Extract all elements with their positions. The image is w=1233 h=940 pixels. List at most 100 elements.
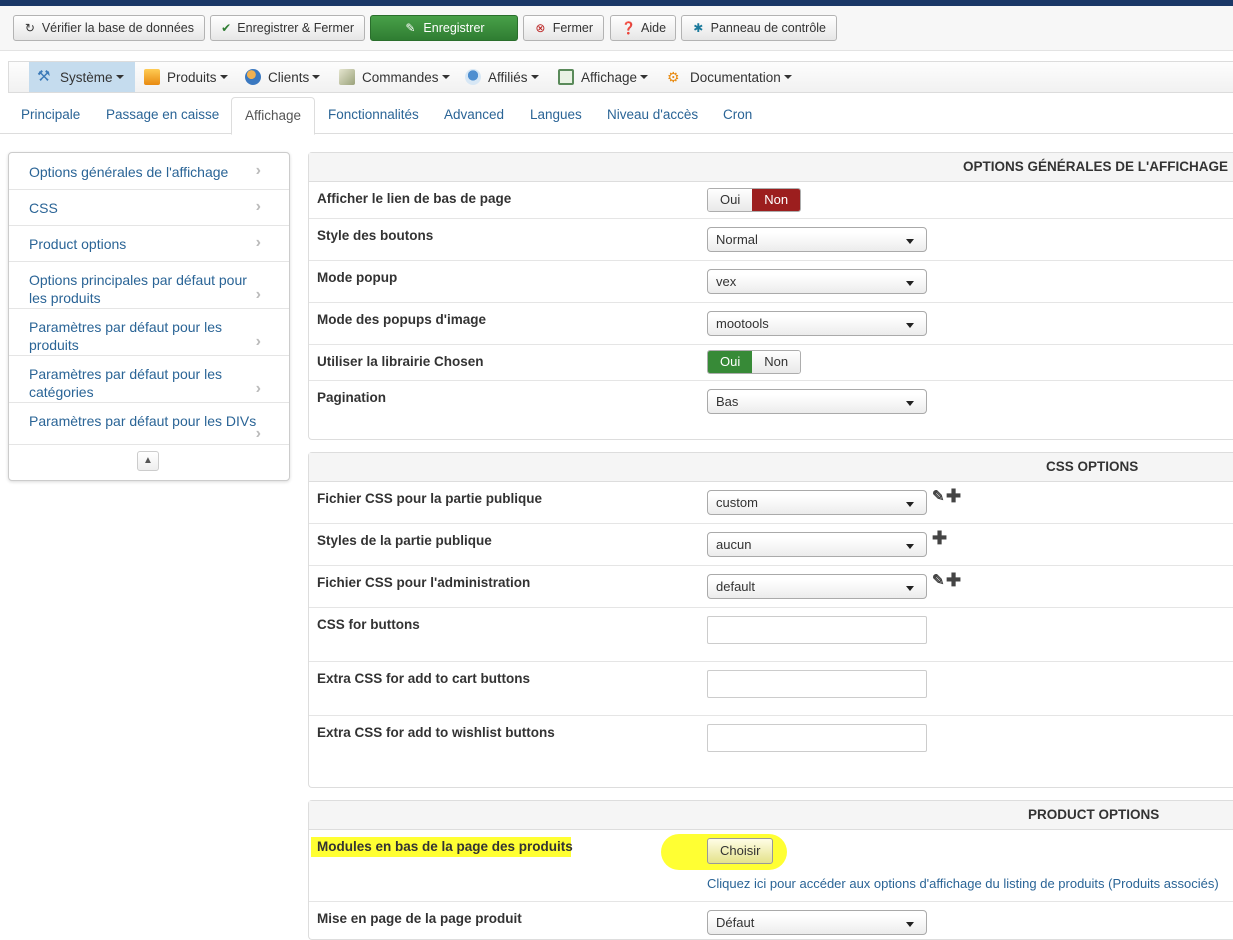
- add-plus-icon[interactable]: ✚: [946, 486, 961, 507]
- chevron-down-icon: [906, 922, 914, 927]
- chevron-down-icon: [906, 239, 914, 244]
- chosen-no[interactable]: Non: [752, 351, 801, 373]
- menu-products[interactable]: Produits: [136, 62, 236, 92]
- tab-passage-en-caisse[interactable]: Passage en caisse: [93, 97, 232, 134]
- menu-system[interactable]: ⚒ Système: [29, 62, 135, 92]
- row-product-layout: Mise en page de la page produit Défaut: [309, 902, 1233, 940]
- frontend-styles-value: aucun: [716, 537, 752, 552]
- chosen-toggle: Oui Non: [707, 350, 802, 374]
- row-chosen: Utiliser la librairie Chosen Oui Non: [309, 345, 1233, 381]
- edit-icon: ✎: [405, 21, 416, 35]
- tab-affichage[interactable]: Affichage: [231, 97, 316, 135]
- control-panel-label: Panneau de contrôle: [710, 21, 826, 35]
- product-layout-select[interactable]: Défaut: [707, 910, 927, 935]
- menu-orders[interactable]: Commandes: [331, 62, 458, 92]
- menu-documentation[interactable]: ⚙ Documentation: [659, 62, 800, 92]
- edit-pencil-icon[interactable]: ✎: [932, 571, 945, 589]
- panel-title: OPTIONS GÉNÉRALES DE L'AFFICHAGE: [309, 153, 1233, 182]
- cart-css-label: Extra CSS for add to cart buttons: [317, 671, 531, 686]
- chevron-down-icon: [312, 75, 321, 79]
- sidenav-item-product-defaults[interactable]: Options principales par défaut pour les …: [9, 262, 289, 309]
- sidenav-item-label: Options générales de l'affichage: [29, 164, 229, 180]
- image-popup-select[interactable]: mootools: [707, 311, 927, 336]
- chevron-down-icon: [530, 75, 539, 79]
- menu-display-label: Affichage: [581, 69, 638, 85]
- product-listing-options-link[interactable]: Cliquez ici pour accéder aux options d'a…: [707, 876, 1219, 891]
- save-close-button[interactable]: ✔ Enregistrer & Fermer: [210, 15, 365, 41]
- tab-principale[interactable]: Principale: [8, 97, 93, 134]
- save-button[interactable]: ✎ Enregistrer: [370, 15, 518, 41]
- sidenav-item-category-params[interactable]: Paramètres par défaut pour les catégorie…: [9, 356, 289, 403]
- help-button[interactable]: ❓ Aide: [610, 15, 676, 41]
- chevron-down-icon: [906, 323, 914, 328]
- sidenav-item-label: Paramètres par défaut pour les produits: [29, 319, 222, 353]
- sidenav-item-label: Product options: [29, 236, 127, 252]
- tab-langues[interactable]: Langues: [517, 97, 595, 134]
- menu-system-label: Système: [60, 69, 113, 85]
- sidenav-item-div-params[interactable]: Paramètres par défaut pour les DIVs ›: [9, 403, 289, 445]
- frontend-styles-label: Styles de la partie publique: [317, 533, 492, 548]
- footer-link-yes[interactable]: Oui: [708, 189, 753, 211]
- general-display-panel: OPTIONS GÉNÉRALES DE L'AFFICHAGE Affiche…: [308, 152, 1233, 440]
- sidenav-item-product-params[interactable]: Paramètres par défaut pour les produits …: [9, 309, 289, 356]
- sidenav-item-label: CSS: [29, 200, 58, 216]
- sidenav-item-general[interactable]: Options générales de l'affichage ›: [9, 153, 289, 190]
- chevron-right-icon: ›: [255, 380, 261, 397]
- wishlist-css-input[interactable]: [707, 724, 927, 752]
- frontend-styles-select[interactable]: aucun: [707, 532, 927, 557]
- popup-mode-select[interactable]: vex: [707, 269, 927, 294]
- cart-css-input[interactable]: [707, 670, 927, 698]
- scroll-top-button[interactable]: ▲: [137, 451, 159, 471]
- sidenav-item-label: Paramètres par défaut pour les catégorie…: [29, 366, 222, 400]
- buttons-css-input[interactable]: [707, 616, 927, 644]
- chosen-yes[interactable]: Oui: [708, 351, 753, 373]
- chevron-right-icon: ›: [255, 162, 261, 179]
- wishlist-css-label: Extra CSS for add to wishlist buttons: [317, 725, 555, 740]
- admin-css-label: Fichier CSS pour l'administration: [317, 575, 531, 590]
- wrench-icon: ⚒: [37, 68, 51, 85]
- menu-customers[interactable]: Clients: [237, 62, 328, 92]
- button-style-select[interactable]: Normal: [707, 227, 927, 252]
- close-button[interactable]: ⊗ Fermer: [523, 15, 604, 41]
- frontend-css-label: Fichier CSS pour la partie publique: [317, 491, 543, 506]
- tab-cron[interactable]: Cron: [710, 97, 765, 134]
- pagination-value: Bas: [716, 394, 739, 409]
- sidenav-item-css[interactable]: CSS ›: [9, 190, 289, 226]
- tab-advanced[interactable]: Advanced: [431, 97, 517, 134]
- chevron-right-icon: ›: [255, 234, 261, 251]
- row-product-modules: Modules en bas de la page des produits C…: [309, 830, 1233, 902]
- chevron-down-icon: [906, 544, 914, 549]
- footer-link-no[interactable]: Non: [752, 189, 801, 211]
- menu-customers-label: Clients: [268, 69, 310, 85]
- menu-display[interactable]: Affichage: [550, 62, 656, 92]
- close-label: Fermer: [552, 21, 593, 35]
- row-admin-css: Fichier CSS pour l'administration defaul…: [309, 566, 1233, 608]
- add-plus-icon[interactable]: ✚: [946, 570, 961, 591]
- choose-modules-button[interactable]: Choisir: [707, 838, 774, 864]
- add-plus-icon[interactable]: ✚: [932, 528, 947, 549]
- frontend-css-value: custom: [716, 495, 758, 510]
- sidenav-item-label: Paramètres par défaut pour les DIVs: [29, 413, 257, 429]
- buttons-css-label: CSS for buttons: [317, 617, 420, 632]
- config-tabs: Principale Passage en caisse Affichage F…: [0, 97, 1233, 135]
- tab-niveau-acces[interactable]: Niveau d'accès: [594, 97, 711, 134]
- sidenav-item-product-options[interactable]: Product options ›: [9, 226, 289, 262]
- chosen-label: Utiliser la librairie Chosen: [317, 354, 484, 369]
- menu-orders-label: Commandes: [362, 69, 439, 85]
- pagination-select[interactable]: Bas: [707, 389, 927, 414]
- check-database-button[interactable]: ↻ Vérifier la base de données: [13, 15, 205, 41]
- chevron-right-icon: ›: [255, 286, 261, 303]
- footer-link-toggle: Oui Non: [707, 188, 802, 212]
- general-title: OPTIONS GÉNÉRALES DE L'AFFICHAGE: [963, 159, 1228, 174]
- button-style-label: Style des boutons: [317, 228, 434, 243]
- chevron-right-icon: ›: [255, 333, 261, 350]
- control-panel-button[interactable]: ✱ Panneau de contrôle: [681, 15, 837, 41]
- menu-affiliates[interactable]: Affiliés: [457, 62, 547, 92]
- menu-documentation-label: Documentation: [690, 69, 781, 85]
- admin-css-select[interactable]: default: [707, 574, 927, 599]
- frontend-css-select[interactable]: custom: [707, 490, 927, 515]
- row-pagination: Pagination Bas: [309, 381, 1233, 439]
- product-modules-label: Modules en bas de la page des produits: [317, 839, 573, 854]
- edit-pencil-icon[interactable]: ✎: [932, 487, 945, 505]
- tab-fonctionnalites[interactable]: Fonctionnalités: [315, 97, 432, 134]
